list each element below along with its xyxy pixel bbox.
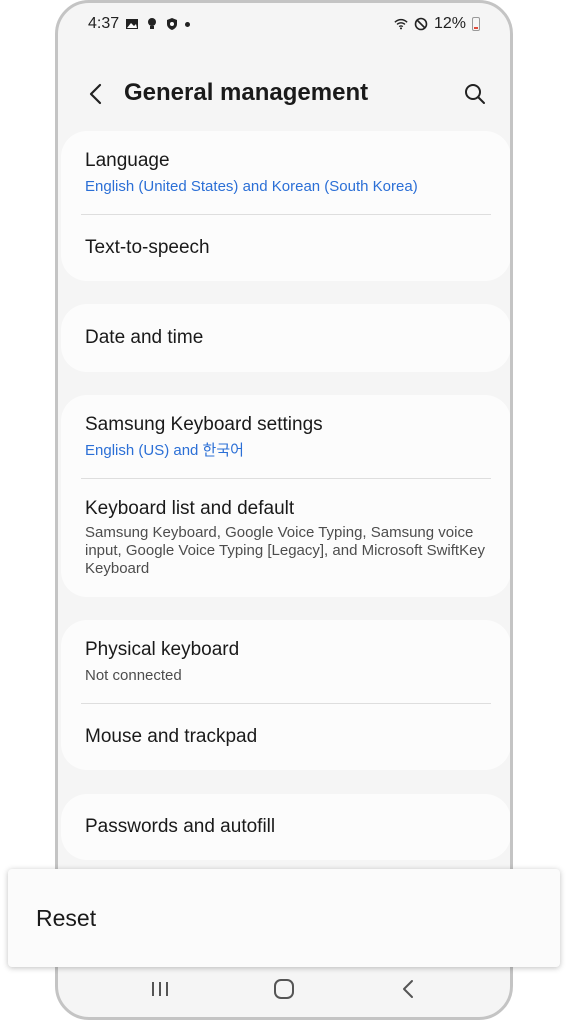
keyboard-list-title: Keyboard list and default	[85, 497, 295, 519]
settings-group-keyboard: Samsung Keyboard settings English (US) a…	[61, 395, 510, 597]
home-icon[interactable]	[264, 969, 304, 1009]
page-title: General management	[124, 79, 369, 106]
physical-keyboard-subtitle: Not connected	[85, 666, 182, 684]
recents-icon[interactable]	[140, 969, 180, 1009]
samsung-keyboard-settings-subtitle: English (US) and 한국어	[85, 441, 244, 459]
do-not-disturb-icon	[414, 17, 428, 31]
reset-item[interactable]: Reset	[8, 869, 560, 967]
settings-group-physical: Physical keyboard Not connected Mouse an…	[61, 620, 510, 770]
status-time: 4:37	[88, 15, 120, 32]
shield-icon	[167, 18, 178, 30]
status-bar-right: 12%	[394, 15, 480, 33]
passwords-and-autofill-title: Passwords and autofill	[85, 816, 276, 837]
back-icon[interactable]	[388, 969, 428, 1009]
text-to-speech-title: Text-to-speech	[85, 236, 210, 258]
mouse-and-trackpad-title: Mouse and trackpad	[85, 725, 258, 747]
dot-icon	[185, 21, 191, 27]
mouse-and-trackpad-item[interactable]: Mouse and trackpad	[61, 703, 510, 770]
physical-keyboard-title: Physical keyboard	[85, 638, 240, 660]
language-subtitle: English (United States) and Korean (Sout…	[85, 177, 418, 195]
status-bar: 4:37 12%	[88, 13, 480, 35]
settings-group-language: Language English (United States) and Kor…	[61, 131, 510, 281]
wifi-icon	[394, 18, 408, 30]
passwords-and-autofill-item[interactable]: Passwords and autofill	[61, 794, 510, 860]
search-icon[interactable]	[462, 81, 488, 107]
status-bar-left: 4:37	[88, 15, 191, 33]
settings-group-passwords: Passwords and autofill	[61, 794, 510, 860]
samsung-keyboard-settings-item[interactable]: Samsung Keyboard settings English (US) a…	[61, 395, 510, 478]
date-and-time-title: Date and time	[85, 327, 204, 348]
battery-text: 12%	[433, 15, 466, 32]
physical-keyboard-item[interactable]: Physical keyboard Not connected	[61, 620, 510, 703]
navigation-bar	[58, 961, 510, 1017]
settings-group-date: Date and time	[61, 304, 510, 372]
text-to-speech-item[interactable]: Text-to-speech	[61, 214, 510, 281]
gallery-icon	[126, 19, 139, 29]
app-bar: General management	[58, 73, 510, 117]
back-arrow-icon[interactable]	[84, 81, 110, 107]
samsung-keyboard-settings-title: Samsung Keyboard settings	[85, 413, 323, 435]
phone-frame: 4:37 12% General management Language Eng…	[55, 0, 513, 1020]
keyboard-list-item[interactable]: Keyboard list and default Samsung Keyboa…	[61, 478, 510, 597]
language-title: Language	[85, 149, 170, 171]
keyboard-list-subtitle: Samsung Keyboard, Google Voice Typing, S…	[85, 523, 485, 577]
battery-icon	[472, 17, 480, 31]
bulb-icon	[148, 18, 157, 29]
date-and-time-item[interactable]: Date and time	[61, 304, 510, 372]
language-item[interactable]: Language English (United States) and Kor…	[61, 131, 510, 214]
reset-label: Reset	[36, 904, 97, 931]
